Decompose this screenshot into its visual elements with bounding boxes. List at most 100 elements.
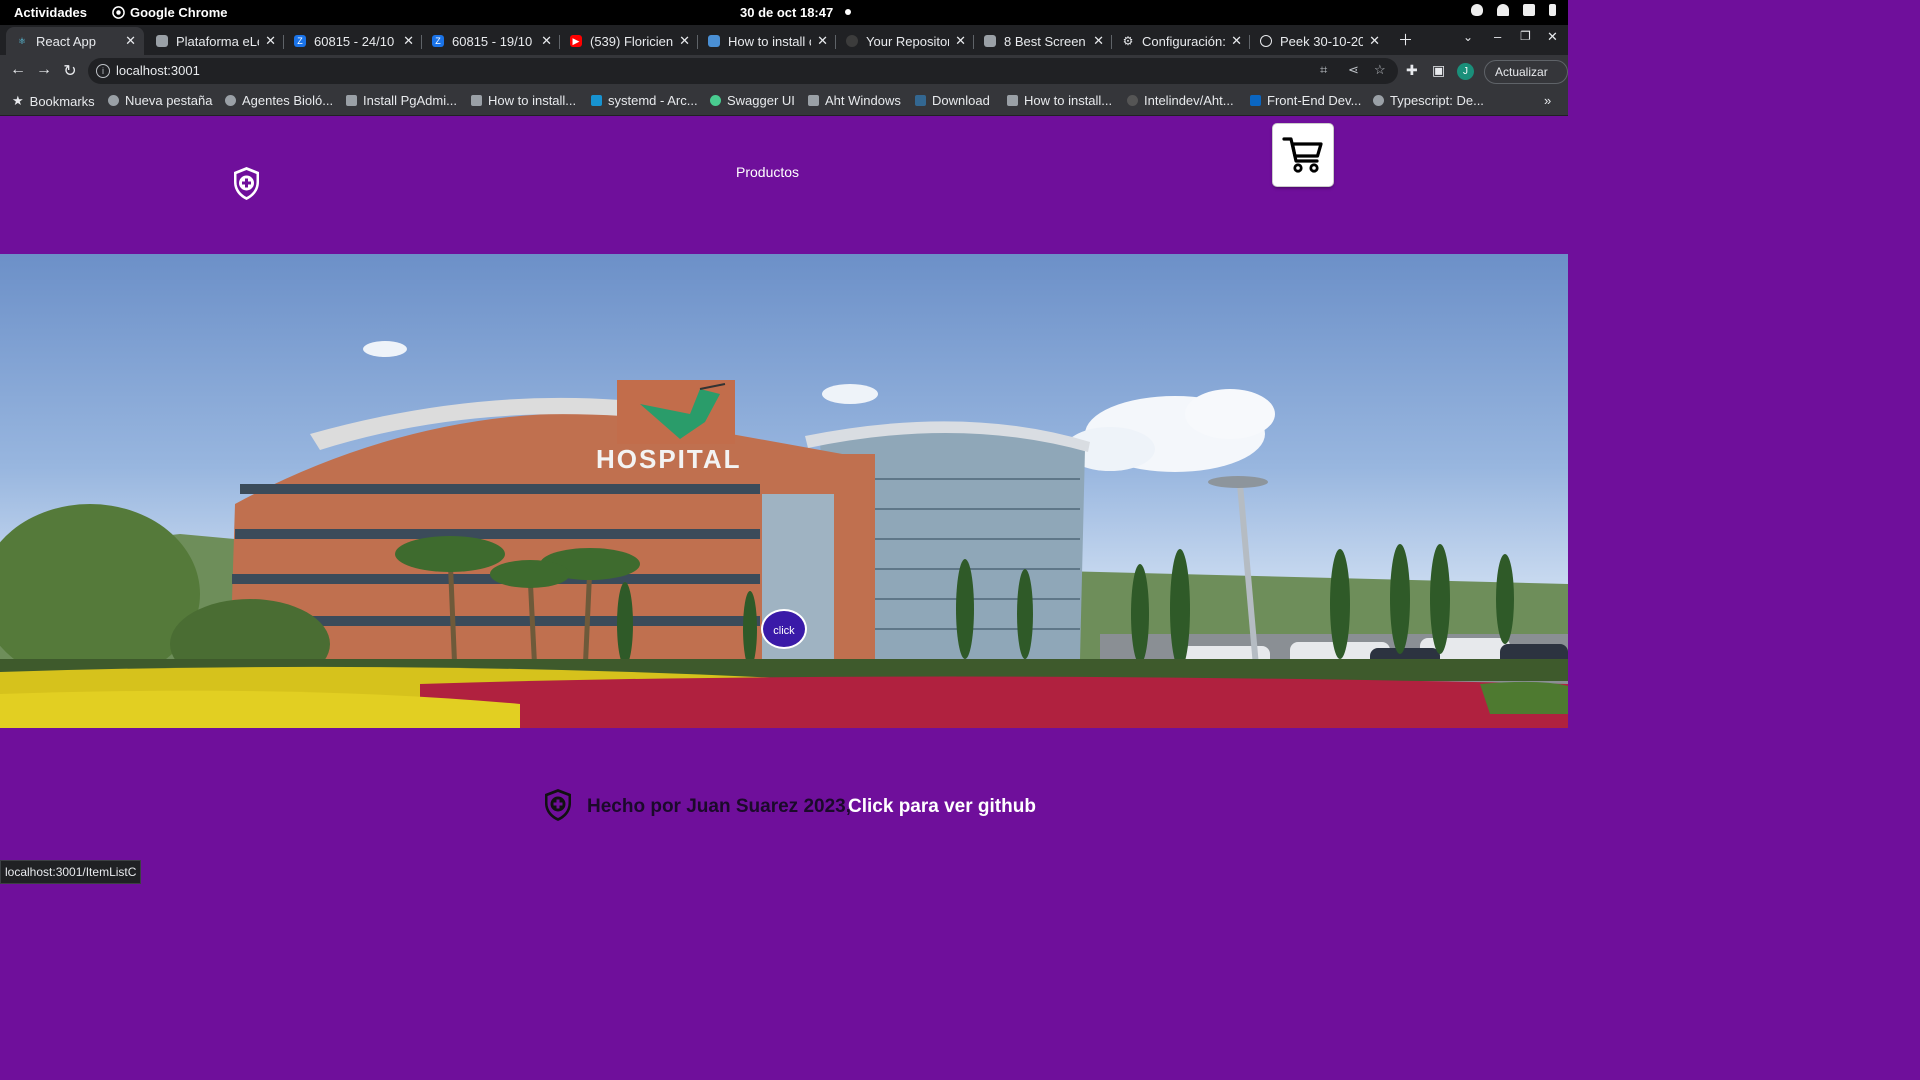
bookmark-item[interactable]: Front-End Dev... (1250, 93, 1361, 108)
close-tab-icon[interactable]: ✕ (403, 33, 414, 49)
profile-avatar[interactable]: J (1457, 63, 1474, 80)
clock[interactable]: 30 de oct 18:47 (740, 5, 833, 20)
browser-toolbar: ← → ↻ i localhost:3001 ⌗ ⋖ ☆ ✚ ▣ J Actua… (0, 55, 1568, 101)
github-icon (846, 35, 858, 47)
close-window-icon[interactable]: ✕ (1547, 29, 1558, 45)
gear-icon: ⚙ (1122, 34, 1134, 48)
tab-best-screen[interactable]: 8 Best Screen F ✕ (974, 27, 1112, 55)
site-icon (1007, 95, 1018, 106)
system-tray[interactable] (1471, 4, 1556, 16)
globe-icon (108, 95, 119, 106)
globe-icon (225, 95, 236, 106)
nav-link-productos[interactable]: Productos (736, 164, 799, 180)
url-text[interactable]: localhost:3001 (116, 63, 200, 78)
bookmark-label: Nueva pestaña (125, 93, 213, 108)
react-icon: ⚛ (17, 36, 27, 46)
tab-label: React App (36, 33, 96, 49)
tab-60815-24[interactable]: Z 60815 - 24/10 ✕ (284, 27, 422, 55)
swagger-icon (710, 95, 721, 106)
bookmark-item[interactable]: Nueva pestaña (108, 93, 212, 108)
star-icon: ★ (12, 93, 24, 108)
close-tab-icon[interactable]: ✕ (1231, 33, 1242, 49)
shopping-cart-icon (1282, 137, 1323, 173)
bookmark-label: Intelindev/Aht... (1144, 93, 1234, 108)
github-link[interactable]: Click para ver github (848, 796, 1036, 818)
tab-plataforma[interactable]: Plataforma eLe ✕ (146, 27, 284, 55)
tab-your-repositories[interactable]: Your Repositor ✕ (836, 27, 974, 55)
bookmark-item[interactable]: Typescript: De... (1373, 93, 1484, 108)
tab-label: How to install c (728, 33, 812, 49)
side-panel-icon[interactable]: ▣ (1432, 62, 1445, 79)
site-info-icon[interactable]: i (96, 64, 110, 78)
share-icon[interactable]: ⋖ (1348, 62, 1359, 78)
translate-icon[interactable]: ⌗ (1320, 62, 1327, 78)
site-icon (984, 35, 996, 47)
bookmark-item[interactable]: Download (915, 93, 990, 108)
bookmark-item[interactable]: ★ Bookmarks (12, 93, 95, 109)
cart-button[interactable] (1273, 124, 1333, 186)
extensions-icon[interactable]: ✚ (1406, 62, 1418, 79)
hospital-shield-logo-icon[interactable] (232, 166, 261, 201)
bookmarks-bar: ★ Bookmarks Nueva pestaña Agentes Bioló..… (0, 87, 1568, 116)
close-tab-icon[interactable]: ✕ (1093, 33, 1104, 49)
tab-label: 8 Best Screen F (1004, 33, 1087, 49)
bookmark-item[interactable]: Install PgAdmi... (346, 93, 457, 108)
bookmark-item[interactable]: How to install... (471, 93, 576, 108)
chrome-icon (112, 6, 125, 19)
close-tab-icon[interactable]: ✕ (265, 33, 276, 49)
tab-label: 60815 - 19/10 (452, 33, 533, 49)
close-tab-icon[interactable]: ✕ (955, 33, 966, 49)
close-tab-icon[interactable]: ✕ (679, 33, 690, 49)
site-icon (708, 35, 720, 47)
close-tab-icon[interactable]: ✕ (1369, 33, 1380, 49)
bookmark-label: Front-End Dev... (1267, 93, 1362, 108)
bookmark-item[interactable]: Swagger UI (710, 93, 795, 108)
tab-label: Configuración: (1142, 33, 1226, 49)
volume-icon (1523, 4, 1535, 16)
restore-icon[interactable]: ❐ (1520, 29, 1531, 43)
minimize-icon[interactable]: – (1494, 29, 1501, 44)
bookmark-star-icon[interactable]: ☆ (1374, 62, 1386, 78)
reload-icon[interactable]: ↻ (60, 61, 80, 81)
web-page: Productos HOSPITAL click Hecho por Juan … (0, 116, 1568, 882)
github-icon (1127, 95, 1138, 106)
close-tab-icon[interactable]: ✕ (817, 33, 828, 49)
update-button[interactable]: Actualizar ⋮ (1484, 60, 1568, 101)
close-tab-icon[interactable]: ✕ (541, 33, 552, 49)
bookmark-item[interactable]: Intelindev/Aht... (1127, 93, 1234, 108)
back-icon[interactable]: ← (8, 61, 28, 79)
new-tab-icon[interactable]: ＋ (1398, 29, 1413, 50)
tab-react-app[interactable]: ⚛ React App ✕ (6, 27, 144, 55)
forward-icon[interactable]: → (34, 61, 54, 79)
click-button[interactable]: click (761, 609, 807, 649)
tab-youtube[interactable]: ▶ (539) Floricien ✕ (560, 27, 698, 55)
zoho-icon: Z (432, 35, 444, 47)
tab-configuracion[interactable]: ⚙ Configuración: ✕ (1112, 27, 1250, 55)
activities-button[interactable]: Actividades (14, 5, 87, 20)
site-icon (471, 95, 482, 106)
bookmark-label: Install PgAdmi... (363, 93, 457, 108)
tab-60815-19[interactable]: Z 60815 - 19/10 ✕ (422, 27, 560, 55)
hospital-sign-text: HOSPITAL (596, 444, 742, 474)
address-bar[interactable]: i localhost:3001 ⌗ ⋖ ☆ (88, 58, 1398, 84)
tab-peek[interactable]: Peek 30-10-20 ✕ (1250, 27, 1388, 55)
tab-label: 60815 - 24/10 (314, 33, 395, 49)
bookmark-item[interactable]: Aht Windows (808, 93, 901, 108)
close-tab-icon[interactable]: ✕ (125, 33, 136, 49)
bookmark-label: systemd - Arc... (608, 93, 698, 108)
bookmark-label: Swagger UI (727, 93, 795, 108)
site-icon (156, 35, 168, 47)
app-name: Google Chrome (130, 5, 228, 20)
app-menu[interactable]: Google Chrome (112, 5, 228, 20)
bookmark-item[interactable]: Agentes Bioló... (225, 93, 333, 108)
more-bookmarks-icon[interactable]: » (1544, 93, 1551, 108)
tab-how-to-install[interactable]: How to install c ✕ (698, 27, 836, 55)
bookmark-item[interactable]: systemd - Arc... (591, 93, 698, 108)
update-label: Actualizar (1495, 65, 1548, 79)
bookmark-label: Typescript: De... (1390, 93, 1484, 108)
tab-search-chevron-icon[interactable]: ⌄ (1463, 30, 1473, 44)
globe-icon (1260, 35, 1272, 47)
bookmark-item[interactable]: How to install... (1007, 93, 1112, 108)
hero-banner: HOSPITAL click (0, 254, 1568, 728)
site-icon (808, 95, 819, 106)
